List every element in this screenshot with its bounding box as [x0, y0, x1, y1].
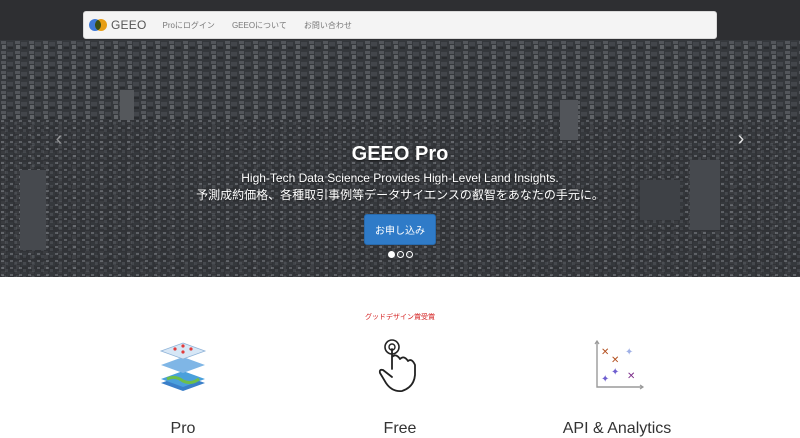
hero-subtitle-en: High-Tech Data Science Provides High-Lev…: [241, 171, 559, 185]
carousel-next-button[interactable]: ›: [733, 128, 749, 150]
svg-text:✕: ✕: [627, 371, 635, 382]
feature-free[interactable]: Free: [300, 335, 500, 438]
nav-links: Proにログイン GEEOについて お問い合わせ: [162, 20, 368, 31]
svg-text:✕: ✕: [601, 347, 609, 358]
chevron-right-icon: ›: [737, 128, 745, 150]
chevron-left-icon: ‹: [55, 128, 63, 150]
geeo-logo-icon: [89, 19, 107, 31]
nav-link-about[interactable]: GEEOについて: [232, 20, 287, 31]
feature-free-title: Free: [383, 420, 417, 437]
feature-api[interactable]: ✕ ✕ ✦ ✦ ✦ ✕ API & Analytics: [517, 335, 717, 438]
feature-pro[interactable]: Pro: [83, 335, 283, 438]
hero-title: GEEO Pro: [351, 143, 449, 165]
hero-carousel: ‹ › GEEO Pro High-Tech Data Science Prov…: [0, 0, 800, 277]
svg-text:✦: ✦: [625, 347, 633, 358]
nav-link-contact[interactable]: お問い合わせ: [304, 20, 352, 31]
svg-text:✦: ✦: [611, 367, 619, 378]
carousel-caption: GEEO Pro High-Tech Data Science Provides…: [150, 142, 650, 245]
navbar: GEEO Proにログイン GEEOについて お問い合わせ: [83, 11, 717, 39]
feature-api-title: API & Analytics: [562, 420, 672, 437]
map-layers-icon: [159, 342, 207, 391]
carousel-indicator-3[interactable]: [406, 251, 413, 258]
carousel-prev-button[interactable]: ‹: [51, 128, 67, 150]
carousel-indicator-1[interactable]: [388, 251, 395, 258]
brand-name: GEEO: [111, 18, 147, 32]
carousel-indicators: [388, 251, 415, 258]
svg-text:✕: ✕: [611, 355, 619, 366]
hero-subtitle-ja: 予測成約価格、各種取引事例等データサイエンスの叡智をあなたの手元に。: [196, 188, 604, 202]
carousel-indicator-2[interactable]: [397, 251, 404, 258]
scatter-plot-icon: ✕ ✕ ✦ ✦ ✦ ✕: [594, 339, 645, 390]
award-label: グッドデザイン賞受賞: [365, 314, 435, 321]
brand-link[interactable]: GEEO: [89, 18, 146, 32]
svg-text:✦: ✦: [601, 374, 609, 385]
apply-button[interactable]: お申し込み: [364, 214, 436, 245]
feature-pro-title: Pro: [170, 420, 196, 437]
hand-tap-icon: [378, 339, 416, 392]
nav-link-pro-login[interactable]: Proにログイン: [162, 20, 214, 31]
